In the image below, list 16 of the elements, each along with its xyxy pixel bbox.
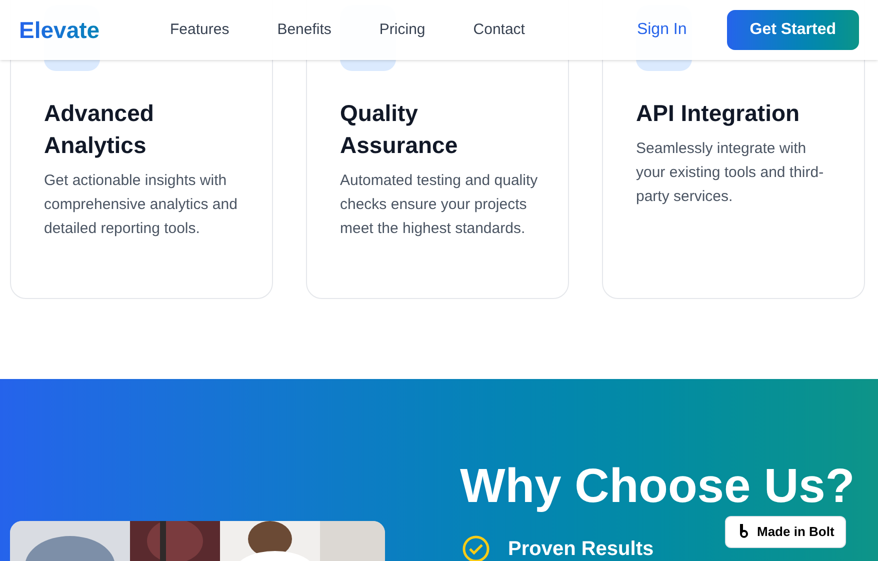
feature-description: Automated testing and quality checks ensure your projects meet the highest standards. — [340, 171, 539, 239]
nav-link[interactable]: Benefits — [277, 18, 332, 42]
feature-title: Advanced Analytics — [44, 99, 155, 160]
sign-in-link[interactable]: Sign In — [636, 18, 687, 42]
nav-link[interactable]: Pricing — [379, 18, 426, 42]
get-started-button[interactable]: Get Started — [726, 10, 859, 50]
feature-description: Seamlessly integrate with your existing tools and third-party services. — [636, 139, 825, 207]
section-title: Why Choose Us? — [460, 459, 855, 515]
bolt-logo-icon — [737, 524, 751, 540]
feature-title: Quality Assurance — [340, 99, 459, 160]
feature-description: Get actionable insights with comprehensive analytics and detailed reporting tools. — [44, 171, 238, 239]
benefit-title: Proven Results — [508, 537, 654, 561]
made-in-bolt-badge[interactable]: Made in Bolt — [725, 516, 846, 548]
nav-link[interactable]: Contact — [473, 18, 525, 42]
feature-title: API Integration — [636, 99, 801, 128]
nav-link[interactable]: Features — [170, 18, 230, 42]
